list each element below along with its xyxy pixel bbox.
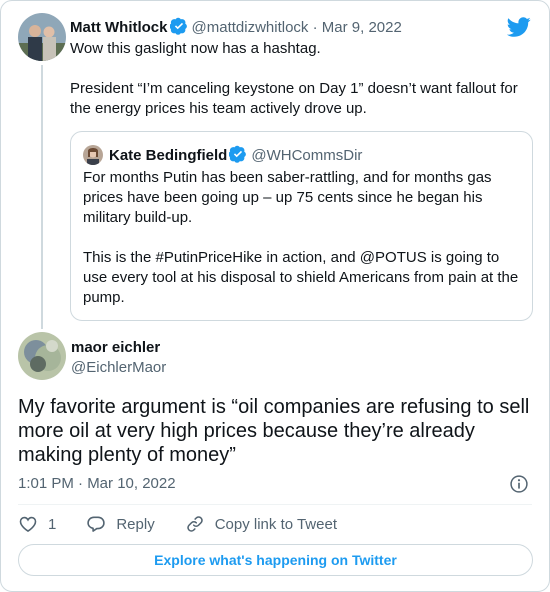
verified-badge-icon: [169, 17, 187, 35]
heart-icon: [19, 516, 37, 533]
info-icon[interactable]: [509, 474, 529, 494]
thread-line: [41, 65, 43, 329]
tweet-embed-card: Matt Whitlock @mattdizwhitlock · Mar 9, 2…: [0, 0, 550, 592]
tweet-paragraph: President “I’m canceling keystone on Day…: [70, 80, 518, 117]
avatar[interactable]: [18, 13, 66, 61]
author-name: Kate Bedingfield: [109, 147, 228, 164]
separator: ·: [312, 19, 318, 36]
tweet-date[interactable]: Mar 9, 2022: [322, 19, 402, 36]
tweet-text: My favorite argument is “oil companies a…: [18, 396, 530, 466]
author-handle[interactable]: @mattdizwhitlock: [192, 19, 309, 36]
copy-link-label: Copy link to Tweet: [214, 515, 337, 533]
author-name[interactable]: Matt Whitlock: [70, 19, 168, 36]
link-icon: [186, 516, 203, 532]
tweet-actions: 1 Reply Copy link to Tweet: [18, 513, 367, 535]
divider: [18, 504, 532, 505]
author-handle: @WHCommsDir: [251, 147, 363, 164]
tweet-paragraph: Wow this gaslight now has a hashtag.: [70, 40, 321, 57]
like-count: 1: [48, 515, 57, 533]
parent-tweet-text: Wow this gaslight now has a hashtag. Pre…: [70, 39, 540, 119]
like-button[interactable]: 1: [18, 514, 56, 534]
tweet-paragraph: This is the #PutinPriceHike in action, a…: [83, 249, 519, 306]
copy-link-button[interactable]: Copy link to Tweet: [185, 514, 337, 534]
reply-icon: [87, 516, 106, 532]
quoted-tweet-header: Kate Bedingfield @WHCommsDir: [109, 145, 362, 166]
tweet-timestamp[interactable]: 1:01 PM · Mar 10, 2022: [18, 474, 176, 494]
quoted-tweet[interactable]: Kate Bedingfield @WHCommsDir For months P…: [70, 131, 533, 321]
twitter-logo-icon[interactable]: [507, 15, 531, 39]
explore-button[interactable]: Explore what's happening on Twitter: [18, 544, 533, 576]
tweet-paragraph: For months Putin has been saber-rattling…: [83, 169, 492, 226]
reply-label: Reply: [116, 515, 155, 533]
quoted-tweet-text: For months Putin has been saber-rattling…: [83, 168, 523, 308]
reply-button[interactable]: Reply: [86, 514, 155, 534]
verified-badge-icon: [229, 145, 247, 163]
author-name[interactable]: maor eichler: [71, 338, 160, 358]
author-handle[interactable]: @EichlerMaor: [71, 358, 166, 378]
parent-tweet-header: Matt Whitlock @mattdizwhitlock · Mar 9, 2…: [70, 17, 402, 38]
avatar[interactable]: [18, 332, 66, 380]
avatar: [83, 145, 103, 165]
